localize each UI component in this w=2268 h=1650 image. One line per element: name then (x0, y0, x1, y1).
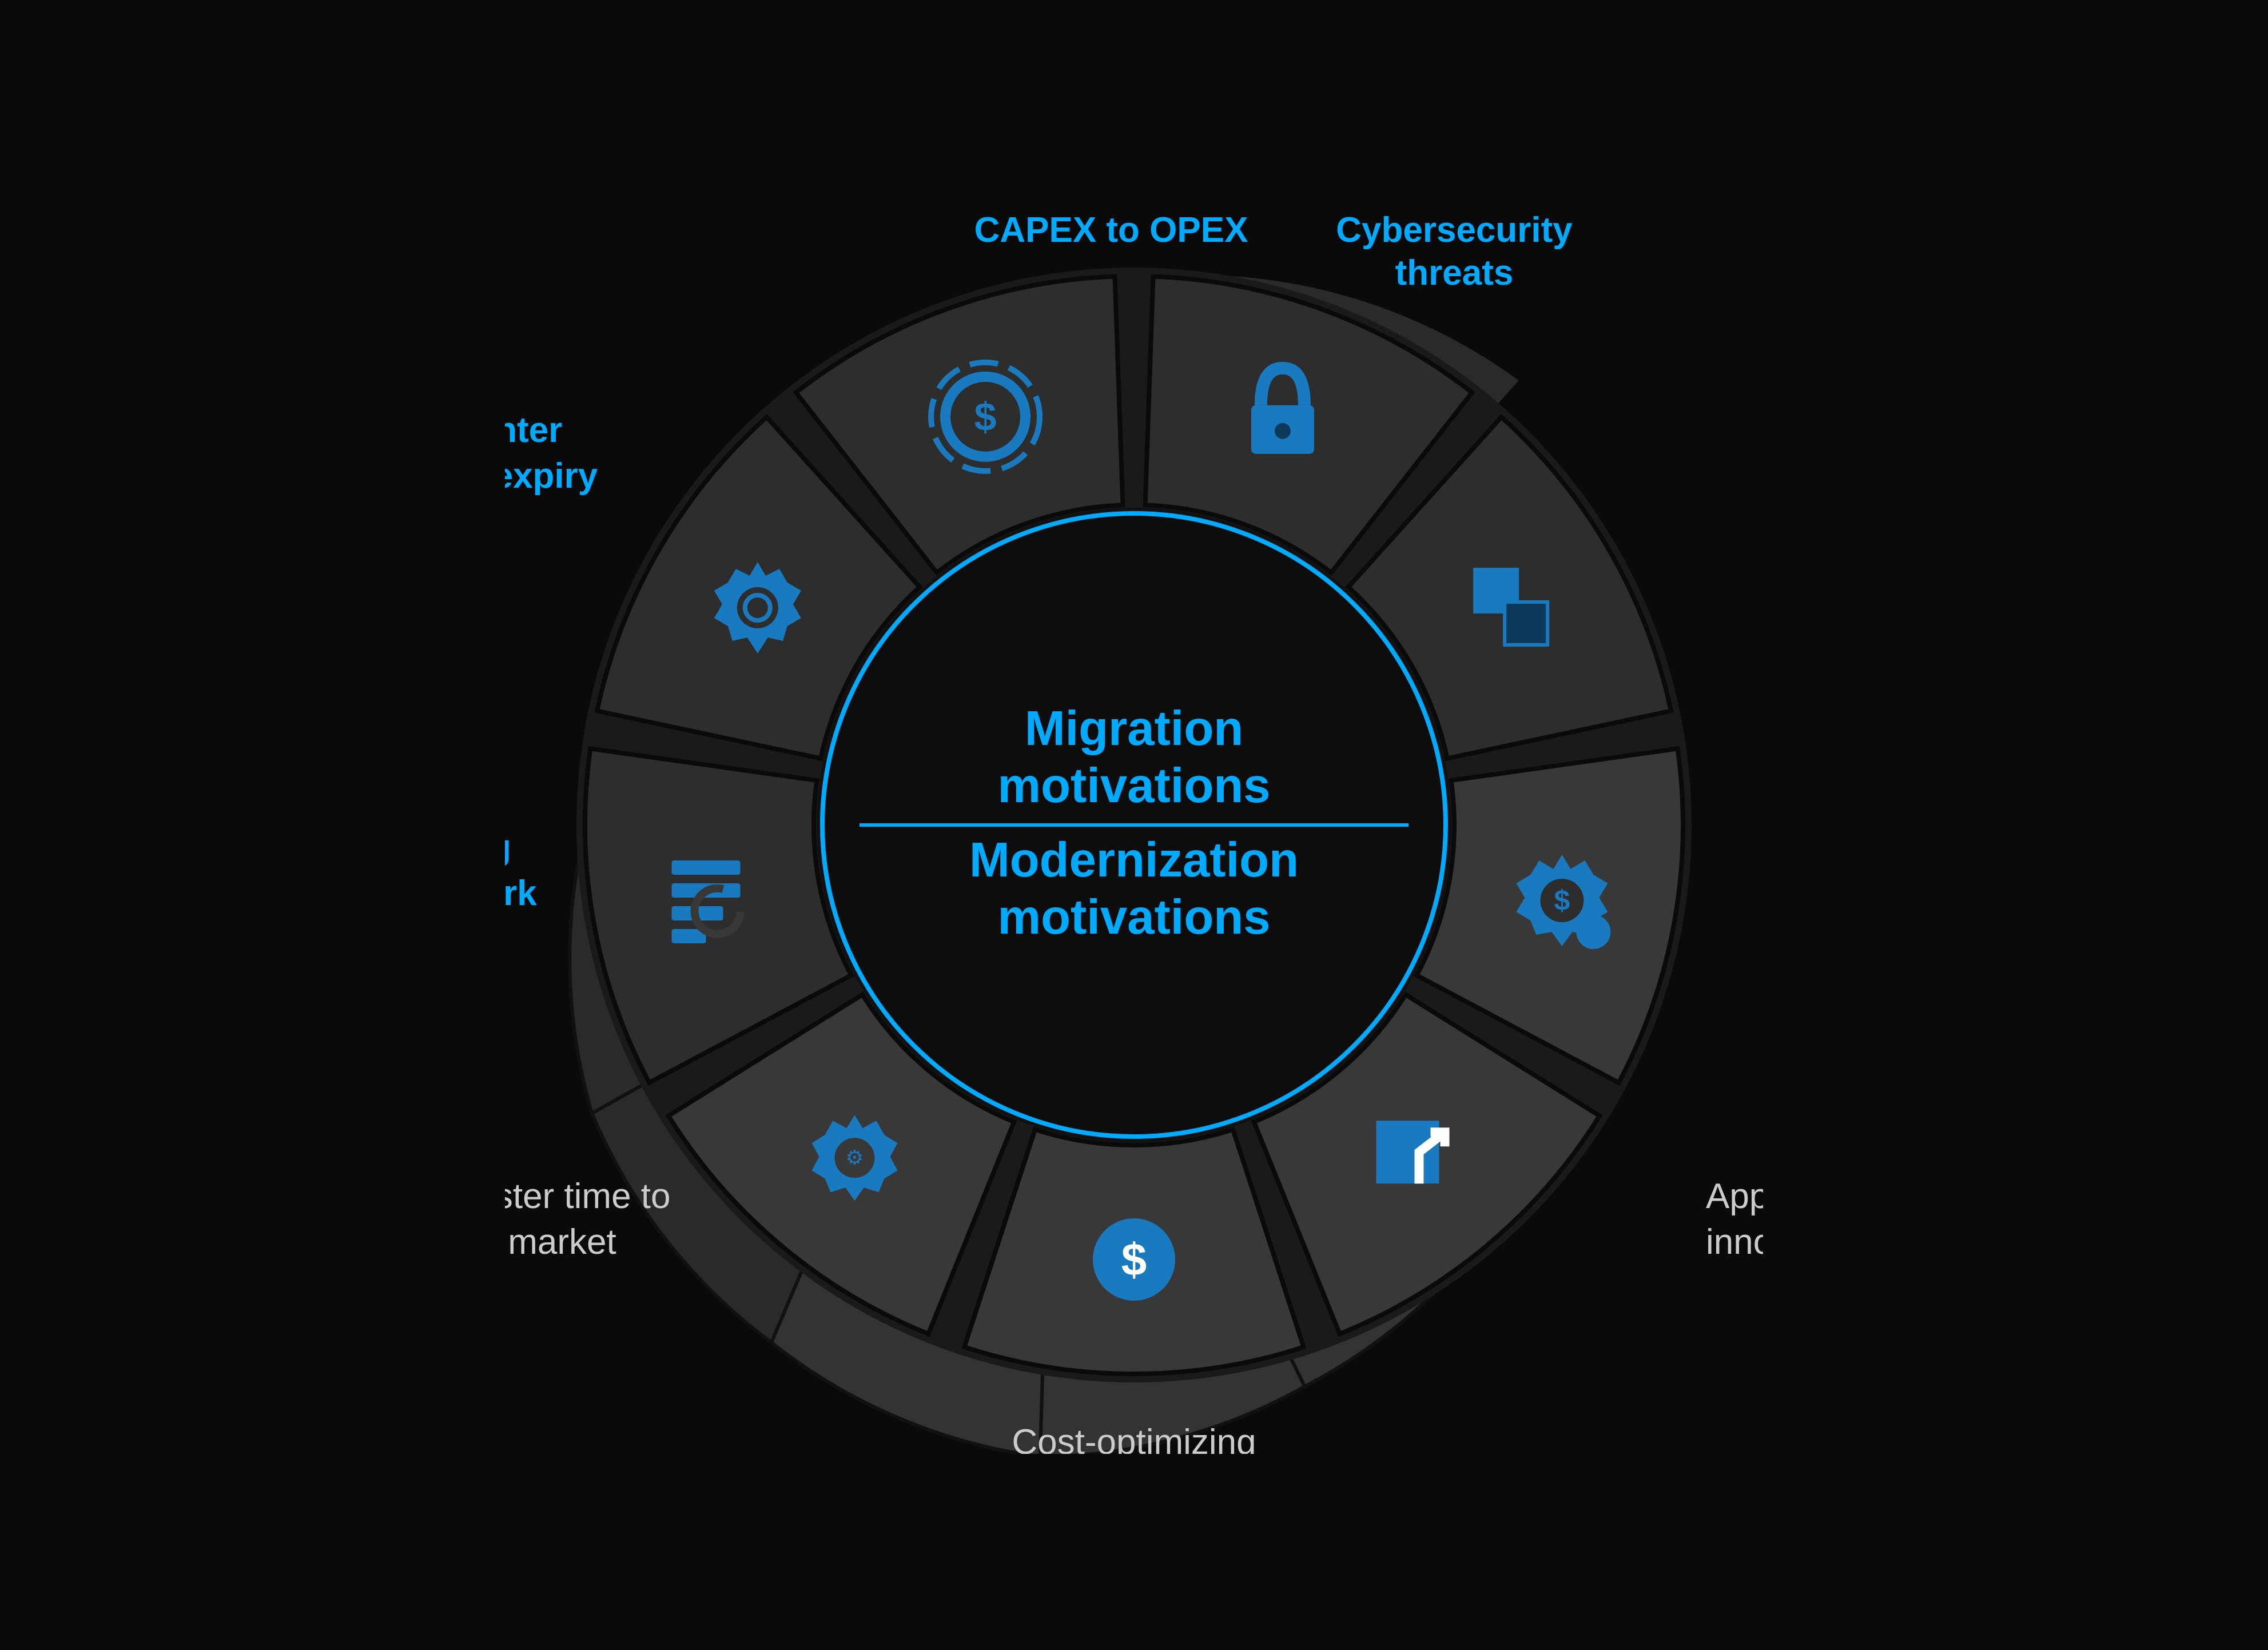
label-cybersecurity-line1: Cybersecurity (1336, 210, 1573, 250)
label-faster-line1: Faster time to (505, 1177, 671, 1216)
svg-text:$: $ (974, 394, 997, 439)
label-hybrid-line2: hybrid work (505, 874, 537, 913)
label-faster-line2: market (508, 1222, 616, 1262)
wheel-svg: (function() { var svg = document.querySe… (505, 196, 1763, 1454)
svg-text:⚙: ⚙ (846, 1147, 864, 1169)
icon-capex: $ (931, 362, 1040, 471)
svg-text:$: $ (1121, 1234, 1147, 1285)
label-cybersecurity-line2: threats (1395, 253, 1514, 293)
label-capex: CAPEX to OPEX (974, 210, 1248, 250)
modernization-title-line2: motivations (997, 890, 1270, 944)
wheel-wrapper: (function() { var svg = document.querySe… (505, 196, 1763, 1454)
label-hybrid-line1: Enabling (505, 828, 511, 867)
label-application-line1: Application (1706, 1177, 1763, 1216)
label-application-line2: innovation (1706, 1222, 1763, 1262)
migration-title-line1: Migration (1025, 702, 1243, 756)
label-cost-line1: Cost-optimizing (1012, 1422, 1256, 1454)
modernization-title-line1: Modernization (969, 833, 1299, 887)
migration-title-line2: motivations (997, 759, 1270, 813)
icon-application (1376, 1121, 1445, 1183)
diagram-container: (function() { var svg = document.querySe… (448, 82, 1820, 1568)
label-datacenter-line2: contract expiry (505, 456, 598, 496)
icon-cost: $ (1093, 1218, 1175, 1301)
label-datacenter-line1: Datacenter (505, 410, 562, 450)
svg-text:$: $ (1554, 884, 1570, 916)
